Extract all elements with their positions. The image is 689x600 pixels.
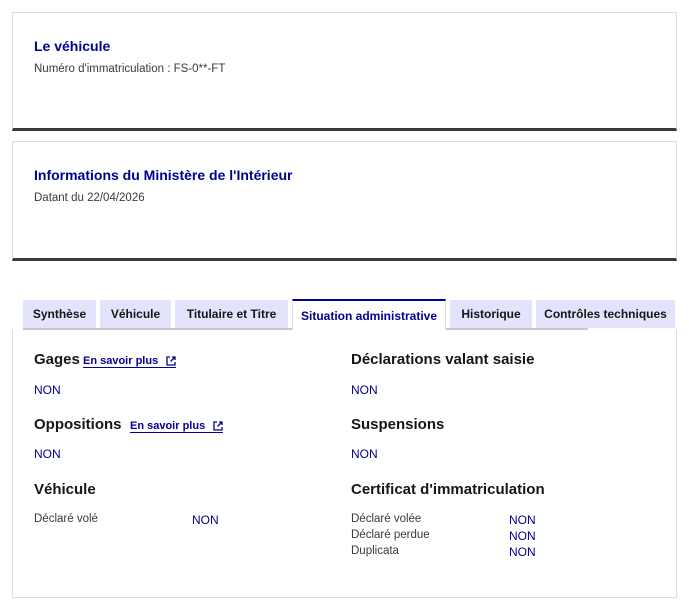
certificat-declare-volee-value: NON <box>509 513 536 527</box>
oppositions-title: Oppositions <box>34 416 122 433</box>
saisie-value: NON <box>351 383 378 397</box>
tab-vehicule[interactable]: Véhicule <box>100 300 171 328</box>
tab-label: Synthèse <box>32 307 87 321</box>
tab-titulaire-et-titre[interactable]: Titulaire et Titre <box>175 300 288 328</box>
ministry-card: Informations du Ministère de l'Intérieur… <box>12 141 677 261</box>
declare-vole-label: Déclaré volé <box>34 513 98 525</box>
certificat-declare-perdue-label: Déclaré perdue <box>351 529 430 541</box>
vehicle-card: Le véhicule Numéro d'immatriculation : F… <box>12 12 677 131</box>
ministry-card-title: Informations du Ministère de l'Intérieur <box>34 167 293 183</box>
oppositions-info-link[interactable]: En savoir plus <box>130 420 224 433</box>
oppositions-value: NON <box>34 447 61 461</box>
certificat-duplicata-value: NON <box>509 545 536 559</box>
tab-label: Situation administrative <box>300 308 438 323</box>
vehicle-card-title: Le véhicule <box>34 38 111 54</box>
tab-historique[interactable]: Historique <box>450 300 532 328</box>
gages-value: NON <box>34 383 61 397</box>
data-date: Datant du 22/04/2026 <box>34 192 145 204</box>
link-label: En savoir plus <box>83 355 159 367</box>
certificat-duplicata-label: Duplicata <box>351 545 399 557</box>
certificat-title: Certificat d'immatriculation <box>351 481 545 498</box>
tab-label: Historique <box>461 307 521 321</box>
gages-info-link[interactable]: En savoir plus <box>83 355 177 368</box>
saisie-title: Déclarations valant saisie <box>351 351 535 368</box>
vehicule-title: Véhicule <box>34 481 96 498</box>
suspensions-value: NON <box>351 447 378 461</box>
tab-synthese[interactable]: Synthèse <box>23 300 96 328</box>
link-label: En savoir plus <box>130 420 206 432</box>
certificat-declare-perdue-value: NON <box>509 529 536 543</box>
certificat-declare-volee-label: Déclaré volée <box>351 513 422 525</box>
external-link-icon <box>166 356 176 366</box>
external-link-icon <box>213 421 223 431</box>
tab-situation-administrative[interactable]: Situation administrative <box>292 299 446 330</box>
tab-panel-situation-administrative: Gages En savoir plus NON Déclarations va… <box>12 330 677 598</box>
suspensions-title: Suspensions <box>351 416 445 433</box>
tab-controles-techniques[interactable]: Contrôles techniques <box>536 300 675 328</box>
registration-number: Numéro d'immatriculation : FS-0**-FT <box>34 63 226 75</box>
tab-label: Véhicule <box>110 307 161 321</box>
tab-bar: Synthèse Véhicule Titulaire et Titre Sit… <box>23 299 679 330</box>
tab-label: Contrôles techniques <box>544 307 667 321</box>
gages-title: Gages <box>34 351 80 368</box>
declare-vole-value: NON <box>192 513 219 527</box>
tab-label: Titulaire et Titre <box>186 307 277 321</box>
